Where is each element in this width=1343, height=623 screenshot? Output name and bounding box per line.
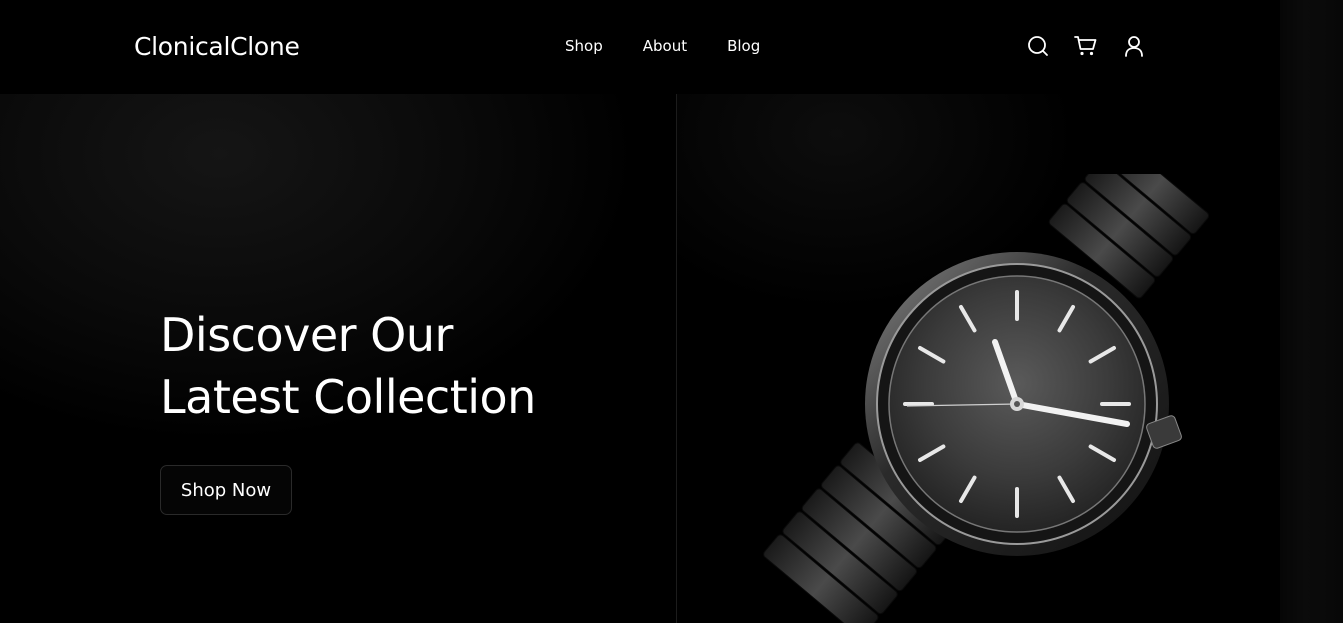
page: ClonicalClone Shop About Blog Discover O… — [0, 0, 1343, 623]
main-nav: Shop About Blog — [565, 36, 760, 56]
user-icon[interactable] — [1122, 34, 1146, 58]
page-edge-strip — [1280, 0, 1343, 623]
nav-item-shop[interactable]: Shop — [565, 36, 603, 56]
hero-title-line-1: Discover Our — [160, 308, 453, 362]
search-icon[interactable] — [1026, 34, 1050, 58]
hero-title: Discover Our Latest Collection — [160, 304, 600, 428]
hero-image-panel — [677, 94, 1280, 623]
site-header: ClonicalClone Shop About Blog — [0, 0, 1280, 94]
hero-title-line-2: Latest Collection — [160, 370, 536, 424]
nav-item-blog[interactable]: Blog — [727, 36, 760, 56]
shop-now-button[interactable]: Shop Now — [160, 465, 292, 515]
nav-item-about[interactable]: About — [643, 36, 687, 56]
wristwatch-image — [763, 174, 1210, 623]
brand-logo[interactable]: ClonicalClone — [134, 30, 300, 64]
cart-icon[interactable] — [1074, 34, 1098, 58]
header-icons — [1026, 34, 1146, 58]
